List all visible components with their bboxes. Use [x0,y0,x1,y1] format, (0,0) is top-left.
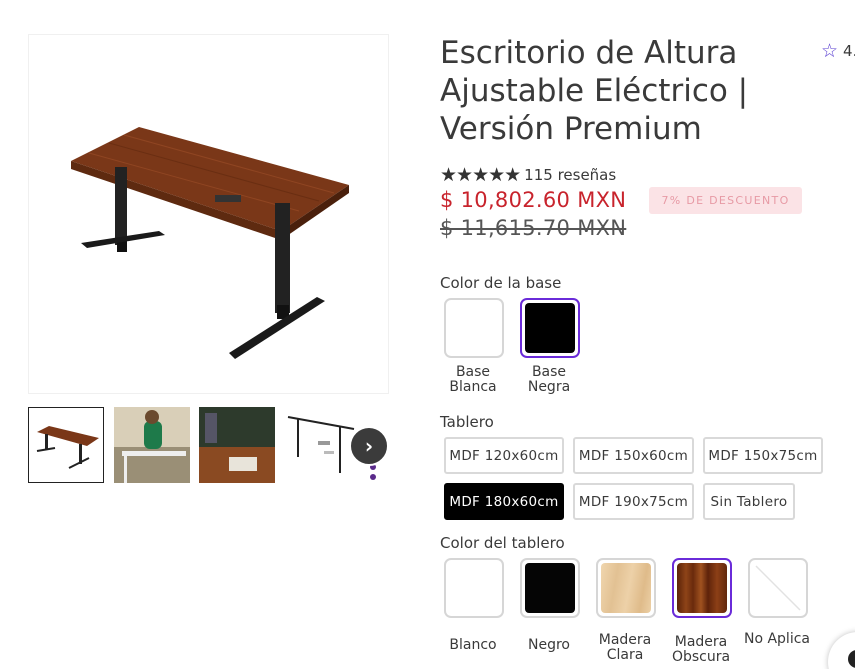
swatch-caption-base-blanca: Base Blanca [449,364,497,395]
tablero-color-label: Color del tablero [440,534,565,552]
tablero-option-sin-tablero[interactable]: Sin Tablero [703,483,795,520]
swatch-tablero-madera-clara[interactable] [596,558,656,618]
sale-price: $ 10,802.60 MXN [440,188,627,212]
thumbnail-2[interactable] [114,407,190,483]
swatch-base-blanca[interactable] [444,298,504,358]
product-title: Escritorio de Altura Ajustable Eléctrico… [440,35,749,147]
swatch-caption-negro: Negro [528,637,570,653]
thumbnail-3[interactable] [199,407,275,483]
tablero-option-180x60[interactable]: MDF 180x60cm [444,483,564,520]
base-color-label: Color de la base [440,274,562,292]
rating-stars-icon: ★★★★★ [440,164,521,186]
chat-icon [848,650,855,668]
desk-illustration [71,127,349,359]
top-rating-value: 4. [843,42,855,60]
swatch-tablero-no-aplica[interactable] [748,558,808,618]
review-summary[interactable]: ★★★★★ 115 reseñas [440,164,616,186]
swatch-caption-madera-clara: Madera Clara [598,632,652,663]
swatch-caption-no-aplica: No Aplica [743,631,810,647]
swatch-tablero-madera-obscura[interactable] [672,558,732,618]
discount-badge: 7% DE DESCUENTO [649,187,802,214]
diagonal-strike-icon [755,565,801,611]
tablero-option-150x60[interactable]: MDF 150x60cm [573,437,694,474]
chevron-right-icon: › [364,434,374,458]
chat-widget-button[interactable] [828,632,855,669]
original-price: $ 11,615.70 MXN [440,216,627,240]
swatch-caption-base-negra: Base Negra [527,364,571,395]
top-rating[interactable]: ☆ 4. [821,40,855,62]
product-main-image[interactable] [28,34,389,394]
thumbnail-1[interactable] [28,407,104,483]
swatch-caption-madera-obscura: Madera Obscura [671,634,731,665]
review-count: 115 reseñas [524,166,617,184]
swatch-tablero-negro[interactable] [520,558,580,618]
swatch-tablero-blanco[interactable] [444,558,504,618]
swatch-base-negra[interactable] [520,298,580,358]
swatch-caption-blanco: Blanco [449,637,497,653]
tablero-label: Tablero [440,413,494,431]
tablero-option-120x60[interactable]: MDF 120x60cm [444,437,564,474]
tablero-option-150x75[interactable]: MDF 150x75cm [703,437,823,474]
thumbnail-strip [28,407,389,485]
gallery-next-button[interactable]: › [349,426,389,466]
tablero-option-190x75[interactable]: MDF 190x75cm [573,483,694,520]
star-outline-icon: ☆ [821,40,839,62]
